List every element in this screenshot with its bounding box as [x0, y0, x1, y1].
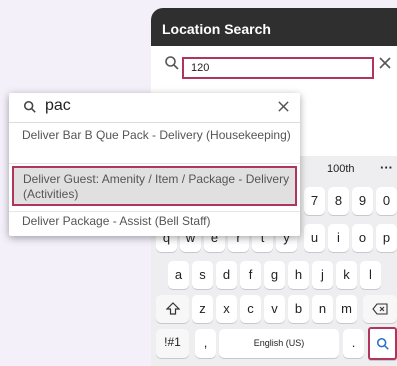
key-k[interactable]: k [336, 261, 357, 289]
symbols-key[interactable]: !#1 [156, 329, 189, 358]
key-o[interactable]: o [352, 224, 373, 252]
key-f[interactable]: f [240, 261, 261, 289]
key-v[interactable]: v [264, 295, 285, 323]
search-icon [23, 100, 36, 113]
backspace-key[interactable] [363, 295, 397, 323]
dropdown-search-bar: pac [9, 93, 300, 123]
comma-key[interactable]: , [195, 329, 216, 358]
period-key[interactable]: . [343, 329, 364, 358]
more-suggestions-button[interactable]: ··· [380, 160, 393, 175]
backspace-icon [372, 303, 388, 315]
location-dropdown: pac Deliver Bar B Que Pack - Delivery (H… [9, 93, 300, 236]
dropdown-search-input[interactable]: pac [45, 97, 71, 115]
key-z[interactable]: z [192, 295, 213, 323]
key-p[interactable]: p [376, 224, 397, 252]
key-9[interactable]: 9 [352, 187, 373, 215]
key-b[interactable]: b [288, 295, 309, 323]
key-a[interactable]: a [168, 261, 189, 289]
search-key[interactable] [368, 327, 397, 360]
search-icon [165, 56, 179, 70]
screen: Location Search 120 100th ··· 7 8 9 0 q … [0, 0, 397, 366]
shift-icon [165, 302, 180, 315]
key-8[interactable]: 8 [328, 187, 349, 215]
dropdown-option-selected[interactable]: Deliver Guest: Amenity / Item / Package … [12, 166, 297, 206]
search-input[interactable]: 120 [182, 57, 374, 79]
key-s[interactable]: s [192, 261, 213, 289]
search-icon [376, 337, 389, 350]
key-h[interactable]: h [288, 261, 309, 289]
search-bar: 120 [151, 46, 397, 82]
close-icon[interactable] [277, 100, 290, 113]
suggestion-word[interactable]: 100th [327, 163, 355, 175]
key-i[interactable]: i [328, 224, 349, 252]
page-title: Location Search [151, 8, 397, 46]
key-u[interactable]: u [304, 224, 325, 252]
key-j[interactable]: j [312, 261, 333, 289]
dropdown-option[interactable]: Deliver Bar B Que Pack - Delivery (House… [9, 126, 300, 164]
key-c[interactable]: c [240, 295, 261, 323]
key-n[interactable]: n [312, 295, 333, 323]
key-d[interactable]: d [216, 261, 237, 289]
key-0[interactable]: 0 [376, 187, 397, 215]
shift-key[interactable] [156, 295, 189, 323]
key-l[interactable]: l [360, 261, 381, 289]
dropdown-option[interactable]: Deliver Package - Assist (Bell Staff) [9, 211, 300, 233]
space-key[interactable]: English (US) [219, 329, 339, 358]
key-m[interactable]: m [336, 295, 357, 323]
key-7[interactable]: 7 [304, 187, 325, 215]
close-icon[interactable] [377, 55, 393, 71]
key-g[interactable]: g [264, 261, 285, 289]
key-x[interactable]: x [216, 295, 237, 323]
